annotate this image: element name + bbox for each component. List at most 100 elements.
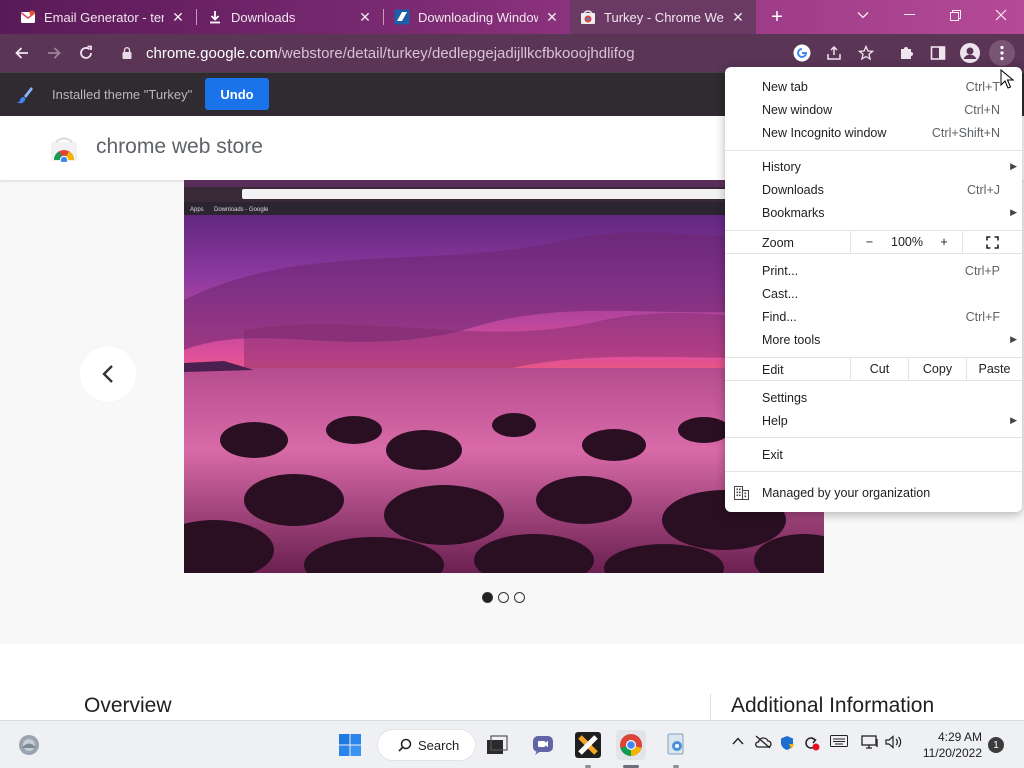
- close-window-button[interactable]: [978, 0, 1024, 30]
- arrow-right-icon: [48, 47, 61, 59]
- menu-item-more-tools[interactable]: More tools ▶: [725, 328, 1022, 351]
- menu-item-label: Help: [762, 413, 788, 428]
- close-tab-icon[interactable]: ✕: [730, 9, 746, 25]
- menu-item-label: Exit: [762, 447, 783, 462]
- tab-downloading-windows[interactable]: Downloading Windows ✕: [384, 0, 570, 34]
- close-tab-icon[interactable]: ✕: [170, 9, 186, 25]
- menu-item-label: Cast...: [762, 286, 799, 301]
- zoom-level: 100%: [891, 235, 923, 249]
- tab-turkey-chrome-web-store[interactable]: Turkey - Chrome Web Store ✕: [570, 0, 756, 34]
- bookmark-star-button[interactable]: [853, 40, 879, 66]
- show-hidden-icons-button[interactable]: [732, 735, 744, 749]
- google-lens-button[interactable]: [789, 40, 815, 66]
- close-tab-icon[interactable]: ✕: [544, 9, 560, 25]
- menu-item-label: Bookmarks: [762, 205, 825, 220]
- teams-chat-button[interactable]: [528, 730, 558, 760]
- cut-button[interactable]: Cut: [850, 358, 908, 380]
- tray-onedrive[interactable]: [754, 735, 772, 752]
- search-icon: [398, 738, 412, 752]
- menu-item-settings[interactable]: Settings: [725, 386, 1022, 409]
- infobar-message: Installed theme "Turkey": [52, 87, 193, 102]
- menu-item-label: New window: [762, 102, 833, 117]
- menu-item-downloads[interactable]: Downloads Ctrl+J: [725, 178, 1022, 201]
- menu-item-bookmarks[interactable]: Bookmarks ▶: [725, 201, 1022, 224]
- overview-heading[interactable]: Overview: [84, 694, 172, 718]
- menu-separator: [725, 150, 1022, 151]
- carousel-dot[interactable]: [498, 592, 509, 603]
- store-title[interactable]: chrome web store: [96, 135, 263, 159]
- close-tab-icon[interactable]: ✕: [357, 9, 373, 25]
- tab-downloads[interactable]: Downloads ✕: [197, 0, 383, 34]
- menu-separator: [725, 437, 1022, 438]
- tray-display[interactable]: [861, 735, 879, 752]
- share-button[interactable]: [821, 40, 847, 66]
- carousel-dot[interactable]: [482, 592, 493, 603]
- chat-icon: [533, 736, 553, 755]
- reload-button[interactable]: [73, 40, 99, 66]
- lock-icon[interactable]: [120, 46, 134, 60]
- menu-item-history[interactable]: History ▶: [725, 155, 1022, 178]
- tab-search-chevron-icon[interactable]: [840, 0, 886, 30]
- menu-item-shortcut: Ctrl+J: [967, 182, 1000, 197]
- avatar: [960, 43, 980, 63]
- edit-label: Edit: [762, 363, 784, 377]
- forward-button[interactable]: [41, 40, 67, 66]
- side-panel-button[interactable]: [925, 40, 951, 66]
- menu-item-shortcut: Ctrl+T: [965, 79, 1000, 94]
- paste-button[interactable]: Paste: [966, 358, 1022, 380]
- chrome-taskbar-button[interactable]: [616, 730, 646, 760]
- extensions-button[interactable]: [893, 40, 919, 66]
- copy-button[interactable]: Copy: [908, 358, 966, 380]
- menu-item-cast[interactable]: Cast...: [725, 282, 1022, 305]
- zoom-in-button[interactable]: +: [926, 231, 962, 253]
- notification-badge[interactable]: 1: [988, 737, 1004, 753]
- menu-item-label: Downloads: [762, 182, 824, 197]
- menu-item-label: New Incognito window: [762, 125, 887, 140]
- minimize-button[interactable]: [886, 0, 932, 30]
- back-button[interactable]: [9, 40, 35, 66]
- address-bar[interactable]: chrome.google.com/webstore/detail/turkey…: [110, 38, 788, 68]
- tab-title: Downloading Windows: [418, 9, 538, 25]
- menu-row-zoom: Zoom − 100% +: [725, 230, 1022, 254]
- new-tab-button[interactable]: +: [765, 5, 789, 29]
- weather-widget-button[interactable]: [14, 730, 44, 760]
- menu-item-exit[interactable]: Exit: [725, 443, 1022, 466]
- building-icon: [734, 485, 749, 500]
- tray-volume[interactable]: [885, 735, 903, 752]
- menu-item-find[interactable]: Find... Ctrl+F: [725, 305, 1022, 328]
- menu-item-print[interactable]: Print... Ctrl+P: [725, 259, 1022, 282]
- menu-item-new-tab[interactable]: New tab Ctrl+T: [725, 75, 1022, 98]
- chrome-menu-button[interactable]: [989, 40, 1015, 66]
- taskbar-search-button[interactable]: Search: [377, 729, 476, 761]
- xmind-app-button[interactable]: [573, 730, 603, 760]
- tray-security[interactable]: [779, 735, 795, 754]
- menu-item-new-window[interactable]: New window Ctrl+N: [725, 98, 1022, 121]
- undo-button[interactable]: Undo: [205, 78, 269, 110]
- tray-keyboard[interactable]: [830, 735, 848, 750]
- download-icon: [210, 11, 220, 24]
- menu-item-shortcut: Ctrl+P: [964, 263, 1000, 278]
- arrow-left-icon: [15, 47, 28, 59]
- zoom-out-button[interactable]: −: [850, 231, 888, 253]
- chrome-icon: [620, 734, 642, 756]
- fullscreen-button[interactable]: [962, 231, 1022, 253]
- menu-item-new-incognito-window[interactable]: New Incognito window Ctrl+Shift+N: [725, 121, 1022, 144]
- clock-date: 11/20/2022: [922, 746, 982, 760]
- profile-button[interactable]: [957, 40, 983, 66]
- carousel-prev-button[interactable]: [80, 346, 136, 402]
- menu-item-help[interactable]: Help ▶: [725, 409, 1022, 432]
- preview-bookmark-label: Downloads - Google: [214, 207, 269, 213]
- tray-sync[interactable]: [802, 735, 820, 754]
- tab-email-generator[interactable]: Email Generator - temp ✕: [10, 0, 196, 34]
- file-app-button[interactable]: [661, 730, 691, 760]
- taskbar-clock[interactable]: 4:29 AM 11/20/2022: [906, 729, 982, 761]
- chrome-web-store-logo[interactable]: [50, 136, 78, 162]
- menu-item-managed-by-organization[interactable]: Managed by your organization: [725, 481, 1022, 504]
- submenu-arrow-icon: ▶: [1010, 161, 1017, 171]
- start-button[interactable]: [335, 730, 365, 760]
- carousel-dot[interactable]: [514, 592, 525, 603]
- task-view-button[interactable]: [482, 730, 512, 760]
- weather-icon: [19, 735, 39, 755]
- restore-button[interactable]: [932, 0, 978, 30]
- cloud-offline-icon: [755, 735, 772, 749]
